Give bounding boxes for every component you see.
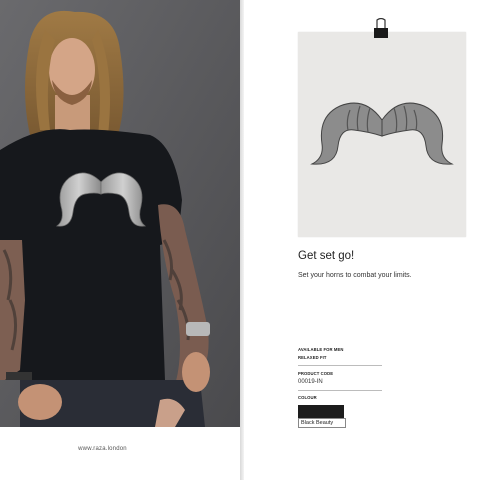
model-photo-illustration xyxy=(0,0,240,427)
availability-label: AVAILABLE FOR MEN xyxy=(298,347,344,352)
fit-label: RELAXED FIT xyxy=(298,355,327,360)
right-page: Get set go! Set your horns to combat you… xyxy=(244,0,480,480)
model-photo xyxy=(0,0,240,427)
spec-divider xyxy=(298,390,382,391)
headline: Get set go! xyxy=(298,250,355,262)
product-code-value: 00019-IN xyxy=(298,379,323,385)
colour-label: COLOUR xyxy=(298,395,317,400)
colour-name: Black Beauty xyxy=(298,418,346,428)
tagline: Set your horns to combat your limits. xyxy=(298,272,412,279)
product-code-label: PRODUCT CODE xyxy=(298,371,334,376)
ram-horns-mustache-graphic xyxy=(298,32,466,237)
left-page: www.raza.london xyxy=(0,0,240,480)
poster-print xyxy=(298,32,466,237)
colour-swatch[interactable] xyxy=(298,405,344,418)
binder-clip-icon xyxy=(374,18,388,38)
website-url[interactable]: www.raza.london xyxy=(0,446,205,452)
spec-divider xyxy=(298,365,382,366)
